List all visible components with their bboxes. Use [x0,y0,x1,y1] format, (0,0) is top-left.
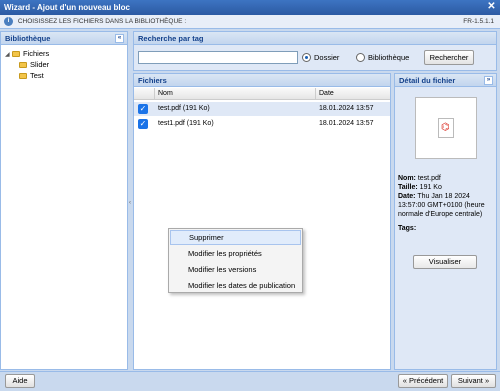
tree-item-test[interactable]: Test [5,70,123,81]
table-row[interactable]: ✓ test.pdf (191 Ko) 18.01.2024 13:57 [134,102,390,116]
file-date: 18.01.2024 13:57 [319,105,374,112]
column-date[interactable]: Date [315,88,390,100]
menu-item-edit-versions[interactable]: Modifier les versions [170,262,301,277]
library-panel: Bibliothèque « ◢ Fichiers Slider Test [0,31,128,370]
radio-library-label: Bibliothèque [368,53,410,62]
radio-button[interactable] [356,53,365,62]
files-header: Fichiers [134,74,390,87]
tags-label: Tags: [398,225,417,232]
detail-title: Détail du fichier [399,76,456,85]
files-panel: Fichiers Nom Date ✓ test.pdf (191 Ko) 18… [133,73,391,370]
info-icon: i [4,16,13,26]
step-bar: i CHOISISSEZ LES FICHIERS DANS LA BIBLIO… [0,15,500,29]
file-name: test.pdf (191 Ko) [158,105,210,112]
folder-icon [12,51,20,58]
search-title: Recherche par tag [138,34,204,43]
search-header: Recherche par tag [134,32,496,45]
row-checkbox[interactable]: ✓ [138,119,148,129]
grid-header: Nom Date [134,88,390,100]
file-metadata: Nom: test.pdf Taille: 191 Ko Date: Thu J… [398,174,495,219]
search-button[interactable]: Rechercher [424,50,474,65]
file-detail-panel: Détail du fichier » Nom: test.pdf Taille… [394,73,497,370]
size-value: 191 Ko [419,184,442,191]
radio-button-selected[interactable] [302,53,311,62]
library-title: Bibliothèque [5,34,51,43]
expand-right-icon[interactable]: » [484,76,493,85]
library-header: Bibliothèque « [1,32,127,45]
version-label: FR-1.5.1.1 [463,18,494,25]
next-button[interactable]: Suivant » [451,374,496,388]
files-title: Fichiers [138,76,167,85]
name-value: test.pdf [417,175,441,182]
radio-library[interactable]: Bibliothèque [356,53,409,62]
window-titlebar: Wizard - Ajout d'un nouveau bloc ✕ [0,0,500,15]
tree-item-label: Fichiers [23,49,50,58]
column-checkbox [134,88,154,100]
folder-icon [19,62,27,69]
tree-item-fichiers[interactable]: ◢ Fichiers [5,48,123,59]
detail-header: Détail du fichier » [395,74,496,87]
step-instruction: CHOISISSEZ LES FICHIERS DANS LA BIBLIOTH… [17,18,187,25]
tag-search-input[interactable] [138,51,298,64]
radio-folder[interactable]: Dossier [302,53,339,62]
radio-folder-label: Dossier [314,53,340,62]
file-name: test1.pdf (191 Ko) [158,120,214,127]
expand-toggle-icon[interactable]: ◢ [5,50,11,61]
table-row[interactable]: ✓ test1.pdf (191 Ko) 18.01.2024 13:57 [134,117,390,131]
menu-item-edit-publish-dates[interactable]: Modifier les dates de publication [170,278,301,293]
view-button[interactable]: Visualiser [413,255,477,269]
wizard-footer: Aide « Précédent Suivant » [0,371,500,391]
context-menu: Supprimer Modifier les propriétés Modifi… [168,228,303,293]
tree-item-label: Test [30,71,44,80]
window-title: Wizard - Ajout d'un nouveau bloc [4,3,130,12]
previous-button[interactable]: « Précédent [398,374,448,388]
tree-item-slider[interactable]: Slider [5,59,123,70]
date-label: Date: [398,193,416,200]
pdf-icon [438,118,454,138]
close-icon[interactable]: ✕ [486,2,497,13]
help-button[interactable]: Aide [5,374,35,388]
tree-item-label: Slider [30,60,50,69]
file-date: 18.01.2024 13:57 [319,120,374,127]
tag-search-panel: Recherche par tag Dossier Bibliothèque R… [133,31,497,71]
column-name[interactable]: Nom [154,88,315,100]
file-thumbnail [415,97,477,159]
row-checkbox[interactable]: ✓ [138,104,148,114]
folder-icon [19,73,27,80]
menu-item-delete[interactable]: Supprimer [170,230,301,245]
menu-item-edit-properties[interactable]: Modifier les propriétés [170,246,301,261]
name-label: Nom: [398,175,416,182]
library-tree: ◢ Fichiers Slider Test [1,45,127,84]
collapse-left-icon[interactable]: « [115,34,124,43]
size-label: Taille: [398,184,418,191]
